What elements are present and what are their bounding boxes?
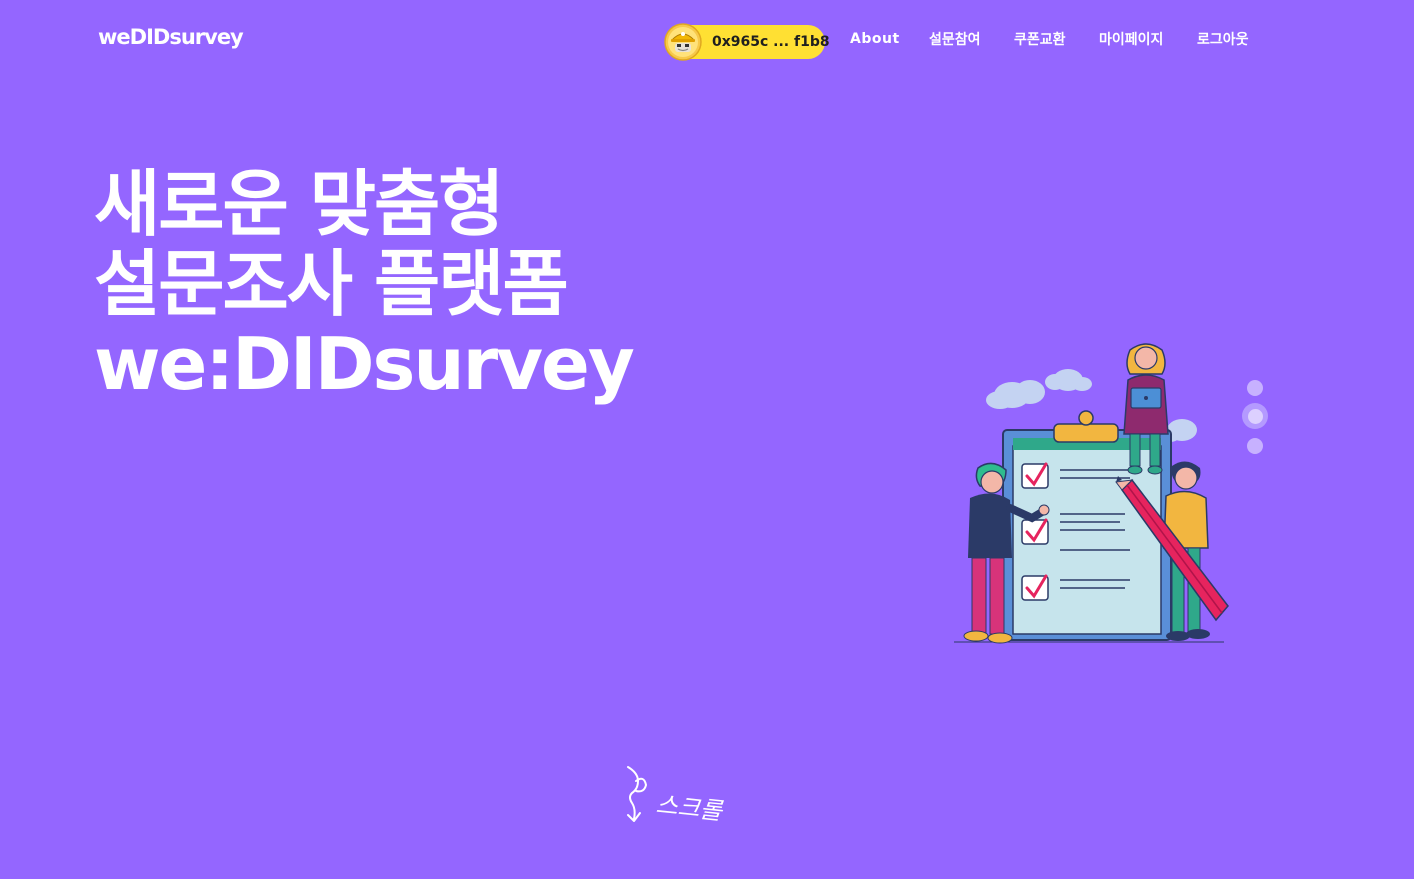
nav-logout[interactable]: 로그아웃: [1197, 29, 1257, 49]
scroll-label: 스크롤: [654, 790, 724, 826]
nav-survey[interactable]: 설문참여: [929, 29, 1014, 49]
scroll-hint[interactable]: 스크롤: [624, 763, 724, 843]
hero-line-3: we:DIDsurvey: [94, 322, 635, 406]
carousel-dot-2-active[interactable]: [1242, 403, 1268, 429]
wallet-button[interactable]: 0x965c ... f1b8: [664, 23, 830, 61]
survey-checklist-illustration: [954, 343, 1229, 644]
carousel-dot-1[interactable]: [1247, 380, 1263, 396]
wallet-address: 0x965c ... f1b8: [712, 34, 830, 50]
hero-title: 새로운 맞춤형 설문조사 플랫폼 we:DIDsurvey: [94, 162, 635, 406]
scroll-down-arrow-icon: [627, 766, 648, 822]
carousel-dot-3[interactable]: [1247, 438, 1263, 454]
hero-line-2: 설문조사 플랫폼: [94, 242, 569, 326]
main-nav: About 설문참여 쿠폰교환 마이페이지 로그아웃: [850, 29, 1257, 49]
landing-page: weDIDsurvey 0x965c ... f1b8 About 설문참여 쿠…: [0, 0, 1414, 879]
brand-logo[interactable]: weDIDsurvey: [98, 25, 244, 49]
nav-mypage[interactable]: 마이페이지: [1099, 29, 1197, 49]
hero-line-1: 새로운 맞춤형: [94, 162, 505, 246]
miner-avatar-icon: [664, 23, 702, 61]
nav-coupon[interactable]: 쿠폰교환: [1014, 29, 1099, 49]
carousel-dots: [1240, 378, 1270, 458]
nav-about[interactable]: About: [850, 31, 929, 47]
